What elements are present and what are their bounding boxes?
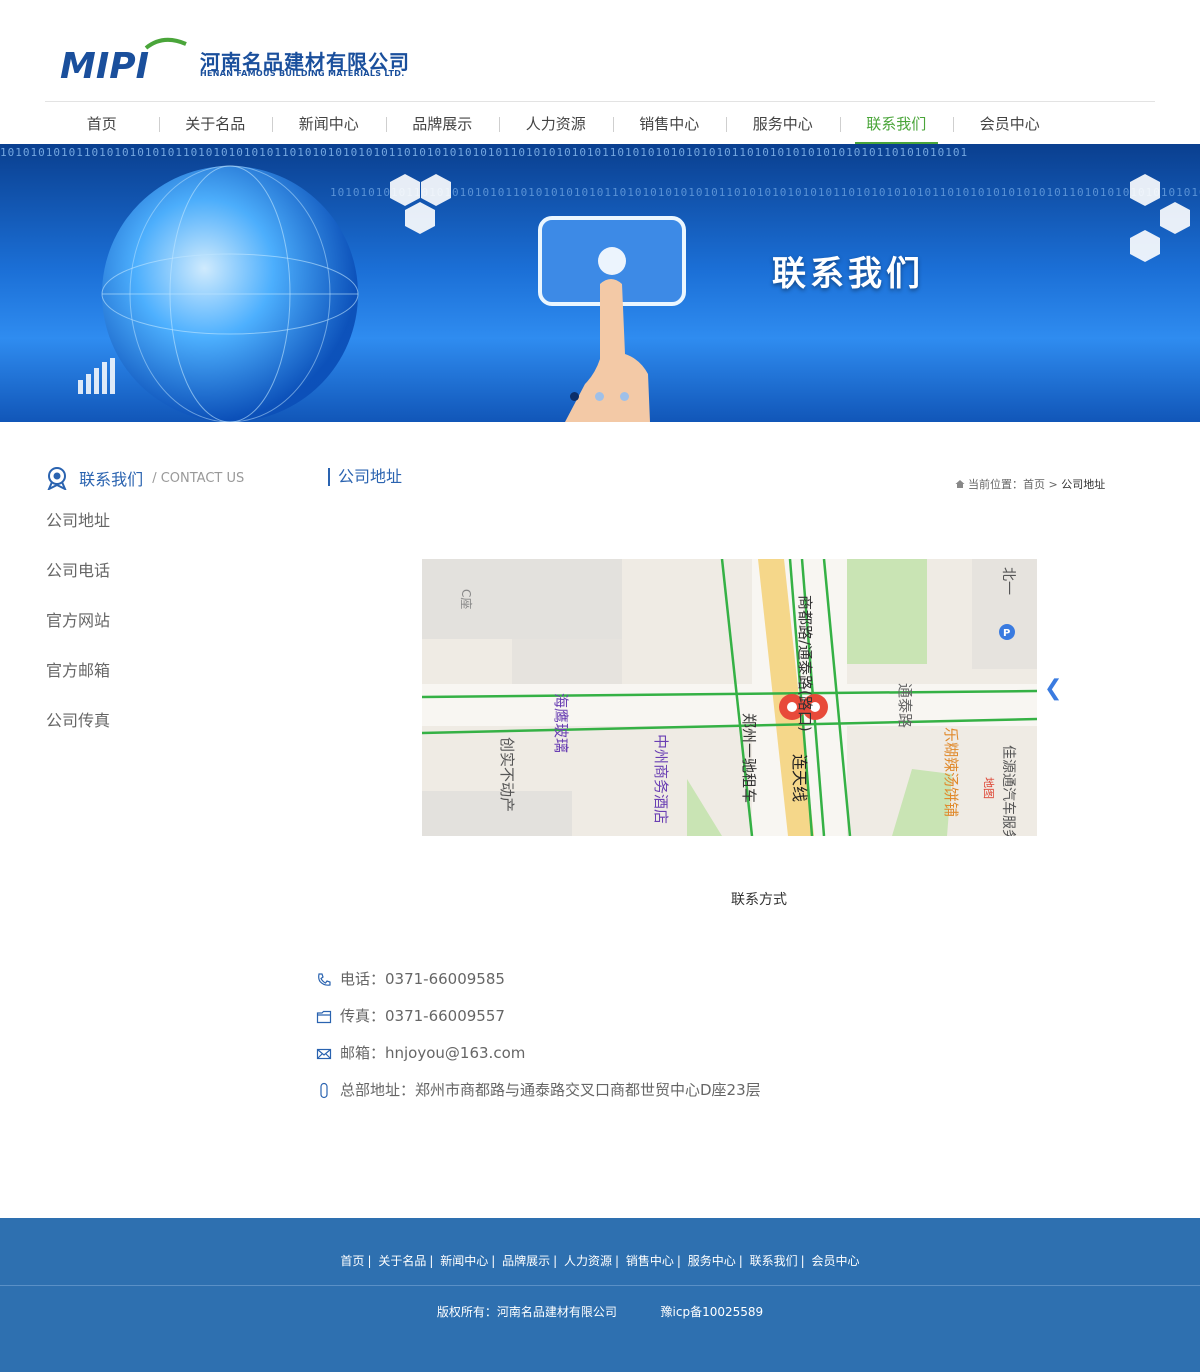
contact-fax: 传真：0371-66009557 xyxy=(316,1005,916,1027)
breadcrumb-home-link[interactable]: 首页 xyxy=(1023,478,1045,491)
banner-artwork xyxy=(78,165,1190,422)
icp-number[interactable]: 豫icp备10025589 xyxy=(661,1305,764,1319)
award-badge-icon xyxy=(47,467,67,492)
footer-link-about[interactable]: 关于名品 xyxy=(378,1254,426,1268)
footer-link-brands[interactable]: 品牌展示 xyxy=(502,1254,550,1268)
main-nav: 首页 关于名品 新闻中心 品牌展示 人力资源 销售中心 服务中心 联系我们 会员… xyxy=(45,107,1155,144)
svg-text:商都路/通泰路(路口): 商都路/通泰路(路口) xyxy=(796,595,814,732)
phone-icon xyxy=(318,972,331,986)
contact-email: 邮箱：hnjoyou@163.com xyxy=(316,1042,916,1064)
location-map[interactable]: P C座 北一 商都路/通泰路(路口) 通泰路 海鹰玻璃 创实不动产 中州商务酒… xyxy=(422,559,1037,836)
carousel-dot[interactable] xyxy=(595,392,604,401)
footer-link-sales[interactable]: 销售中心 xyxy=(626,1254,674,1268)
nav-item-member[interactable]: 会员中心 xyxy=(953,107,1067,143)
svg-text:佳源通汽车服务公司: 佳源通汽车服务公司 xyxy=(1000,745,1017,836)
footer-link-home[interactable]: 首页 xyxy=(340,1254,364,1268)
section-title: 公司地址 xyxy=(328,468,402,486)
contact-address: 总部地址：郑州市商都路与通泰路交叉口商都世贸中心D座23层 xyxy=(316,1079,916,1101)
footer-link-service[interactable]: 服务中心 xyxy=(688,1254,736,1268)
hero-banner: 1010101010110101010101011010101010101101… xyxy=(0,144,1200,422)
location-icon xyxy=(320,1082,328,1098)
nav-item-home[interactable]: 首页 xyxy=(45,107,159,143)
svg-text:C座: C座 xyxy=(459,589,474,609)
footer-divider xyxy=(0,1285,1200,1286)
footer-link-news[interactable]: 新闻中心 xyxy=(440,1254,488,1268)
sidebar-item-email[interactable]: 官方邮箱 xyxy=(46,658,246,708)
carousel-dot[interactable] xyxy=(620,392,629,401)
svg-text:连天线: 连天线 xyxy=(790,754,809,802)
svg-text:北一: 北一 xyxy=(1000,567,1016,595)
footer-link-member[interactable]: 会员中心 xyxy=(812,1254,860,1268)
sidebar-menu: 公司地址 公司电话 官方网站 官方邮箱 公司传真 xyxy=(46,508,246,758)
company-logo[interactable]: MIPI 河南名品建材有限公司 HENAN FAMOUS BUILDING MA… xyxy=(58,34,428,82)
sidebar-item-website[interactable]: 官方网站 xyxy=(46,608,246,658)
svg-text:中州商务酒店: 中州商务酒店 xyxy=(652,734,670,824)
footer-links: 首页 | 关于名品 | 新闻中心 | 品牌展示 | 人力资源 | 销售中心 | 服务中心 | … xyxy=(340,1254,860,1268)
svg-text:乐糊辣汤饼铺: 乐糊辣汤饼铺 xyxy=(942,727,960,817)
footer: 首页 | 关于名品 | 新闻中心 | 品牌展示 | 人力资源 | 销售中心 | 服务中心 | … xyxy=(0,1218,1200,1372)
svg-text:海鹰玻璃: 海鹰玻璃 xyxy=(552,693,570,753)
breadcrumb-current: 公司地址 xyxy=(1061,478,1106,491)
map-canvas: P C座 北一 商都路/通泰路(路口) 通泰路 海鹰玻璃 创实不动产 中州商务酒… xyxy=(422,559,1037,836)
sidebar-item-address[interactable]: 公司地址 xyxy=(46,508,246,558)
sidebar-title-text: 联系我们 xyxy=(79,470,144,489)
home-icon xyxy=(955,480,965,488)
company-name-en: HENAN FAMOUS BUILDING MATERIALS LTD. xyxy=(200,69,405,78)
carousel-dot[interactable] xyxy=(570,392,579,401)
breadcrumb-separator: > xyxy=(1045,478,1062,491)
svg-text:地图: 地图 xyxy=(982,777,995,799)
svg-text:MIPI: MIPI xyxy=(60,46,149,82)
copyright-text: 版权所有：河南名品建材有限公司 xyxy=(436,1305,617,1319)
nav-item-contact[interactable]: 联系我们 xyxy=(839,107,954,144)
svg-text:P: P xyxy=(1003,628,1010,639)
banner-title: 联系我们 xyxy=(772,254,924,294)
nav-item-sales[interactable]: 销售中心 xyxy=(612,107,727,143)
footer-link-hr[interactable]: 人力资源 xyxy=(564,1254,612,1268)
nav-divider xyxy=(45,101,1155,102)
sidebar-item-phone[interactable]: 公司电话 xyxy=(46,558,246,608)
mail-icon xyxy=(316,1048,332,1059)
footer-link-contact[interactable]: 联系我们 xyxy=(750,1254,798,1268)
nav-item-hr[interactable]: 人力资源 xyxy=(499,107,613,143)
nav-item-service[interactable]: 服务中心 xyxy=(726,107,840,143)
breadcrumb-prefix: 当前位置： xyxy=(968,478,1023,491)
footer-copyright: 版权所有：河南名品建材有限公司 豫icp备10025589 xyxy=(0,1303,1200,1320)
nav-item-about[interactable]: 关于名品 xyxy=(158,107,273,143)
nav-item-brands[interactable]: 品牌展示 xyxy=(385,107,500,143)
mipi-logo-icon: MIPI xyxy=(60,37,187,82)
sidebar-title: 联系我们 / CONTACT US xyxy=(46,466,245,492)
map-collapse-chevron-icon[interactable]: ❮ xyxy=(1044,676,1062,701)
contact-heading: 联系方式 xyxy=(731,892,787,908)
contact-phone: 电话：0371-66009585 xyxy=(316,968,916,990)
nav-item-news[interactable]: 新闻中心 xyxy=(272,107,386,143)
svg-text:通泰路: 通泰路 xyxy=(896,683,914,728)
fax-icon xyxy=(316,1010,332,1023)
svg-text:郑州一驰租车: 郑州一驰租车 xyxy=(740,713,758,803)
breadcrumb: 当前位置：首页 > 公司地址 xyxy=(955,476,1105,492)
svg-text:创实不动产: 创实不动产 xyxy=(498,737,516,812)
sidebar-item-fax[interactable]: 公司传真 xyxy=(46,708,246,758)
sidebar-subtitle: / CONTACT US xyxy=(152,470,245,486)
